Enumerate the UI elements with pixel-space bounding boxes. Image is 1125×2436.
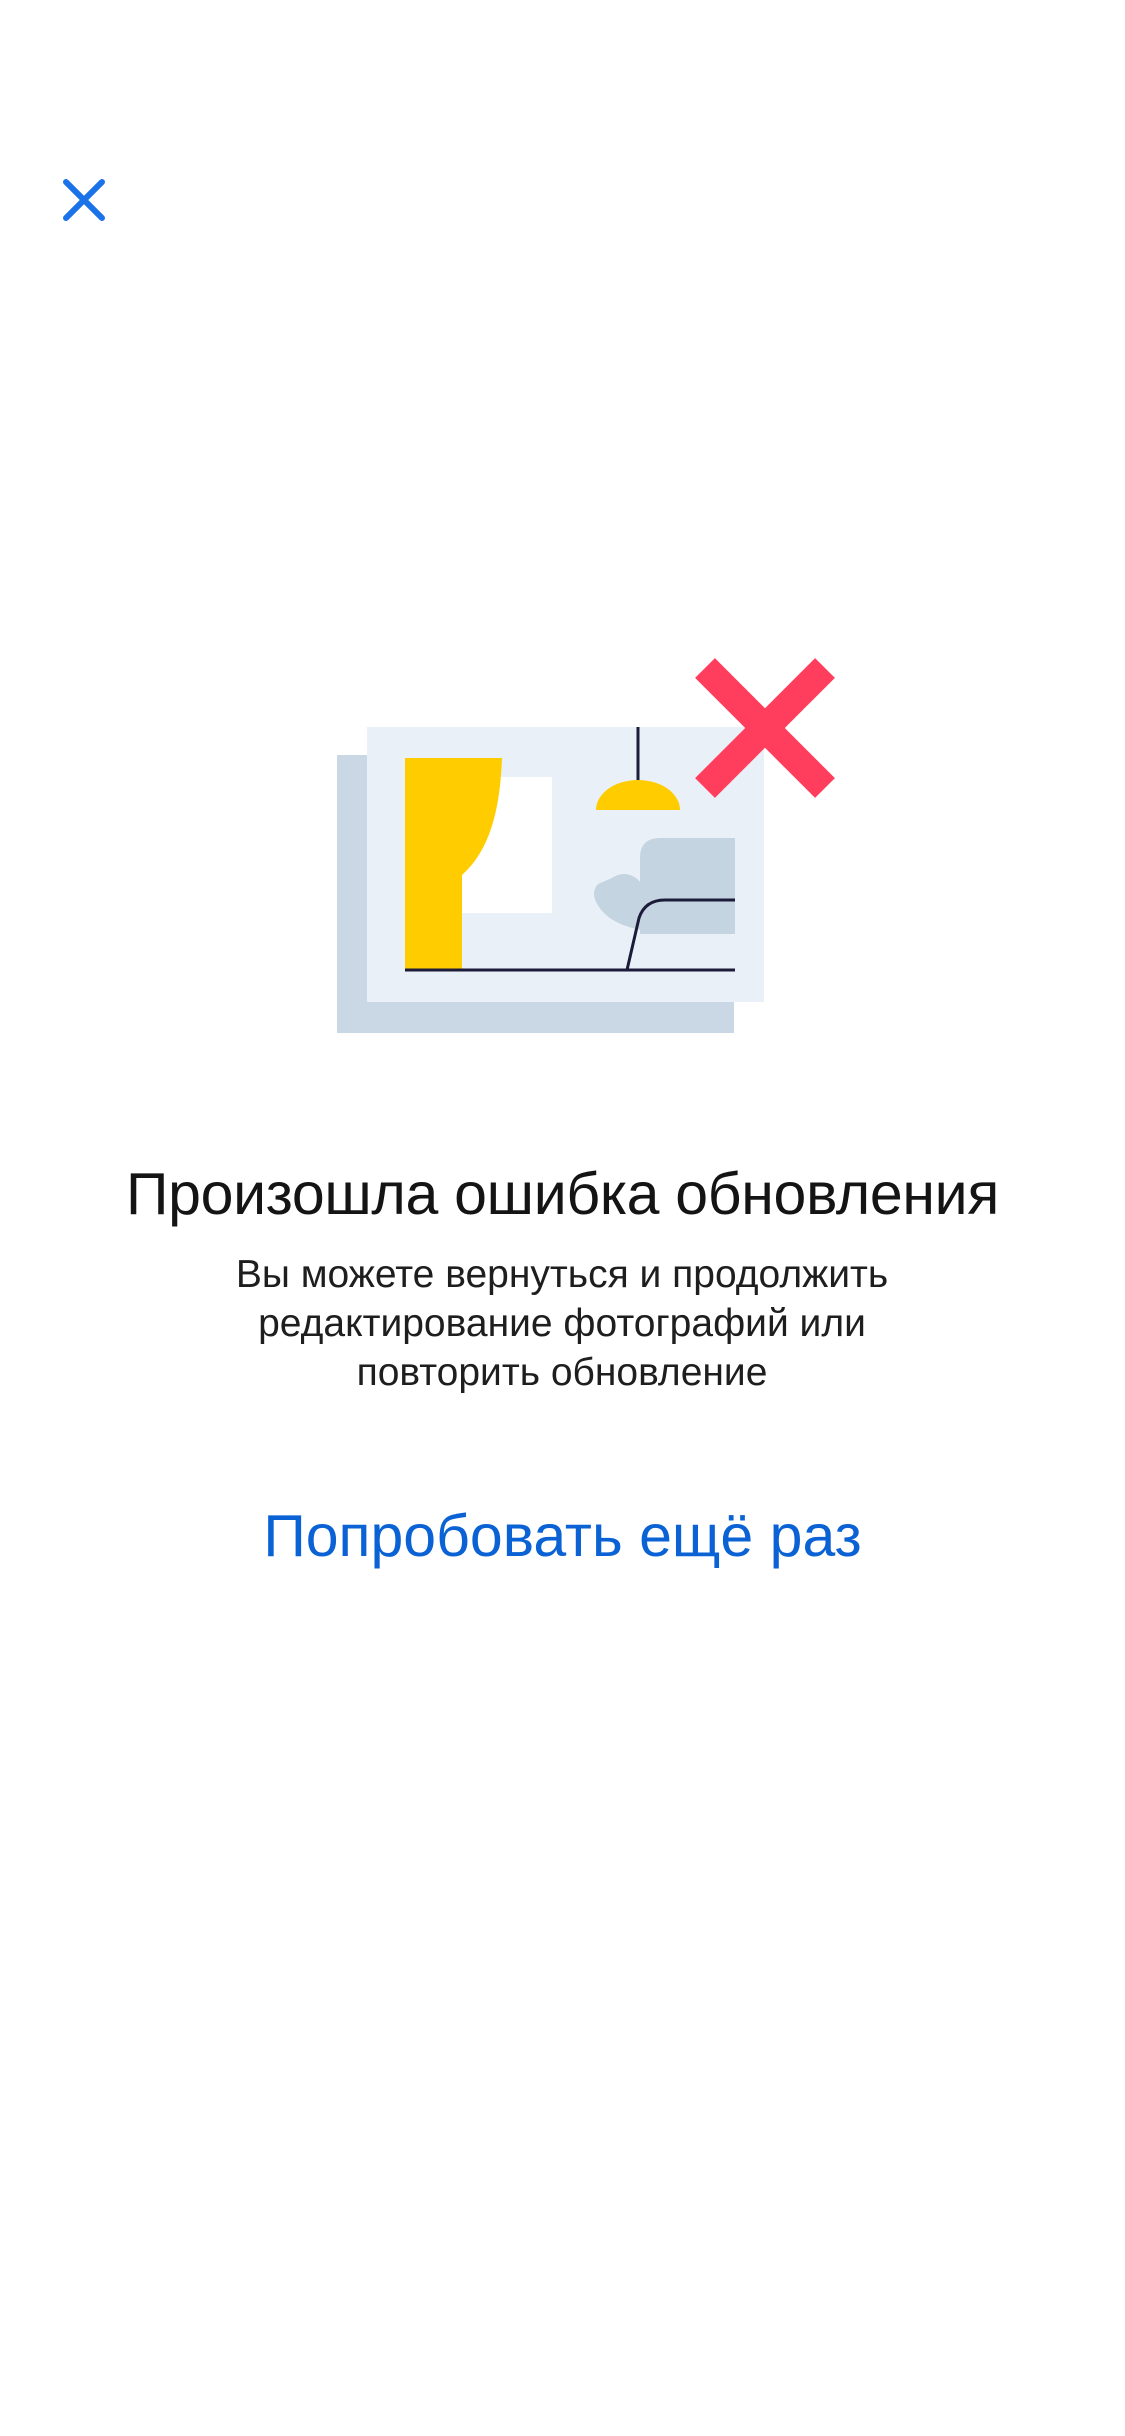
error-title: Произошла ошибка обновления: [126, 1161, 999, 1227]
window: [458, 777, 552, 913]
front-photo-frame: [367, 727, 764, 1002]
error-message: Вы можете вернуться и продолжить редакти…: [235, 1253, 889, 1394]
sofa-outline: [625, 898, 735, 971]
close-icon: [63, 179, 105, 221]
retry-button[interactable]: Попробовать ещё раз: [0, 1502, 1125, 1570]
back-photo-frame: [337, 755, 734, 1033]
error-cross-icon: [695, 658, 835, 798]
sofa-back: [640, 838, 735, 934]
sofa-armrest: [594, 874, 660, 932]
lamp-shade: [596, 780, 680, 810]
close-button[interactable]: [42, 158, 126, 242]
curtain: [405, 758, 502, 970]
